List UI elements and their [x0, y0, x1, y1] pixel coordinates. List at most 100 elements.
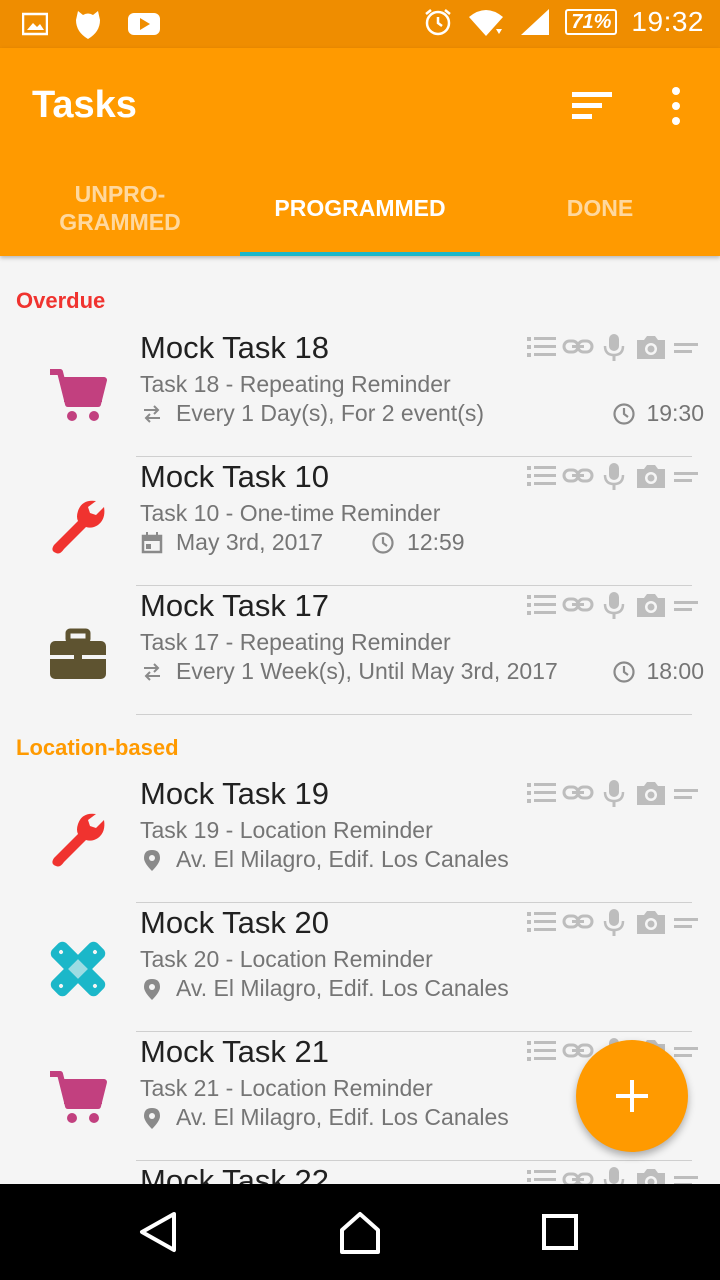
link-icon	[562, 785, 594, 800]
link-icon	[562, 1172, 594, 1184]
notes-icon	[674, 601, 698, 611]
attachment-indicators	[526, 907, 702, 937]
wrench-icon	[52, 813, 105, 867]
clock-icon	[613, 660, 636, 683]
task-item[interactable]: Mock Task 19 Task 19 - Location Reminder A…	[0, 774, 720, 903]
task-name: Mock Task 20	[140, 905, 329, 940]
tab-label: UNPRO- GRAMMED	[59, 181, 181, 235]
wifi-icon	[469, 10, 504, 36]
app-bar: Tasks UNPRO- GRAMMED PROGRAMMED DONE	[0, 48, 720, 256]
status-icons: 71% 19:32	[423, 6, 704, 38]
repeat-icon	[144, 404, 160, 423]
link-icon	[562, 597, 594, 612]
location-pin-icon	[144, 849, 160, 871]
link-icon	[562, 339, 594, 354]
briefcase-icon	[50, 628, 106, 679]
sort-icon	[572, 92, 612, 119]
alarm-icon	[425, 9, 452, 36]
youtube-notification-icon	[128, 13, 160, 35]
task-item[interactable]: Mock Task 17 Task 17 - Repeating Reminder…	[0, 586, 720, 715]
task-time-block: 18:00	[612, 658, 704, 685]
microphone-icon	[603, 909, 625, 936]
task-subtitle: Task 18 - Repeating Reminder	[140, 371, 451, 397]
notes-icon	[674, 789, 698, 799]
tab-unprogrammed[interactable]: UNPRO- GRAMMED	[0, 160, 240, 256]
task-subtitle: Task 20 - Location Reminder	[140, 946, 433, 972]
clock-icon	[613, 402, 636, 425]
battery-percent: 71%	[571, 10, 612, 33]
task-subtitle: Task 21 - Location Reminder	[140, 1075, 433, 1101]
task-item[interactable]: Mock Task 10 Task 10 - One-time Reminder M…	[0, 457, 720, 586]
home-icon	[340, 1212, 380, 1254]
section-header-overdue: Overdue	[16, 288, 106, 313]
task-schedule-text: Every 1 Day(s), For 2 event(s)	[176, 400, 485, 426]
repeat-icon	[144, 662, 160, 681]
tab-done[interactable]: DONE	[480, 160, 720, 256]
bandage-icon	[50, 941, 106, 997]
shopping-cart-icon	[50, 369, 107, 421]
clock: 19:32	[631, 6, 704, 37]
attachment-indicators	[526, 332, 702, 362]
task-name: Mock Task 22	[140, 1163, 329, 1184]
page-title: Tasks	[32, 84, 137, 126]
checklist-icon	[527, 1041, 556, 1061]
task-subtitle: Task 10 - One-time Reminder	[140, 500, 441, 526]
microphone-icon	[603, 780, 625, 807]
attachment-indicators	[526, 461, 702, 491]
camera-icon	[637, 911, 665, 934]
microphone-icon	[603, 463, 625, 490]
notes-icon	[674, 343, 698, 353]
task-name: Mock Task 21	[140, 1034, 329, 1069]
task-item[interactable]: Mock Task 22	[0, 1161, 720, 1184]
recents-icon	[542, 1214, 578, 1250]
back-button[interactable]	[130, 1204, 186, 1260]
microphone-icon	[603, 1167, 625, 1184]
shopping-cart-icon	[50, 1071, 107, 1123]
notes-icon	[674, 918, 698, 928]
attachment-indicators	[526, 590, 702, 620]
microphone-icon	[603, 592, 625, 619]
more-vert-icon	[672, 87, 680, 125]
task-name: Mock Task 18	[140, 330, 329, 365]
task-schedule: Av. El Milagro, Edif. Los Canales	[140, 975, 509, 1002]
notes-icon	[674, 472, 698, 482]
camera-icon	[637, 465, 665, 488]
tab-bar: UNPRO- GRAMMED PROGRAMMED DONE	[0, 160, 720, 256]
wrench-icon	[52, 500, 105, 554]
clock-icon	[372, 531, 394, 554]
camera-icon	[637, 782, 665, 805]
checklist-icon	[527, 783, 556, 803]
notes-icon	[674, 1176, 698, 1184]
camera-icon	[637, 1169, 665, 1184]
task-time-block: 19:30	[612, 400, 704, 427]
attachment-indicators	[526, 778, 702, 808]
tab-programmed[interactable]: PROGRAMMED	[240, 160, 480, 256]
camera-icon	[637, 336, 665, 359]
link-icon	[562, 468, 594, 483]
back-icon	[140, 1212, 176, 1252]
task-schedule: May 3rd, 2017 12:59	[140, 529, 465, 556]
status-bar: 71% 19:32	[0, 0, 720, 48]
add-task-button[interactable]	[576, 1040, 688, 1152]
task-time: 18:00	[646, 658, 704, 684]
microphone-icon	[603, 334, 625, 361]
tab-label: DONE	[566, 195, 634, 221]
task-name: Mock Task 19	[140, 776, 329, 811]
divider	[136, 714, 692, 715]
recents-button[interactable]	[532, 1204, 588, 1260]
task-item[interactable]: Mock Task 18 Task 18 - Repeating Reminder…	[0, 328, 720, 457]
task-subtitle: Task 19 - Location Reminder	[140, 817, 433, 843]
checklist-icon	[527, 337, 556, 357]
task-schedule: Av. El Milagro, Edif. Los Canales	[140, 846, 509, 873]
battery-indicator: 71%	[565, 9, 618, 35]
image-notification-icon	[22, 12, 48, 36]
task-item[interactable]: Mock Task 20 Task 20 - Location Reminder A…	[0, 903, 720, 1032]
notification-icons	[22, 8, 160, 40]
shield-notification-icon	[76, 11, 100, 39]
checklist-icon	[527, 912, 556, 932]
link-icon	[562, 914, 594, 929]
task-schedule: Every 1 Day(s), For 2 event(s)	[140, 400, 484, 427]
home-button[interactable]	[332, 1204, 388, 1260]
sort-button[interactable]	[566, 86, 618, 126]
more-options-button[interactable]	[660, 82, 692, 130]
